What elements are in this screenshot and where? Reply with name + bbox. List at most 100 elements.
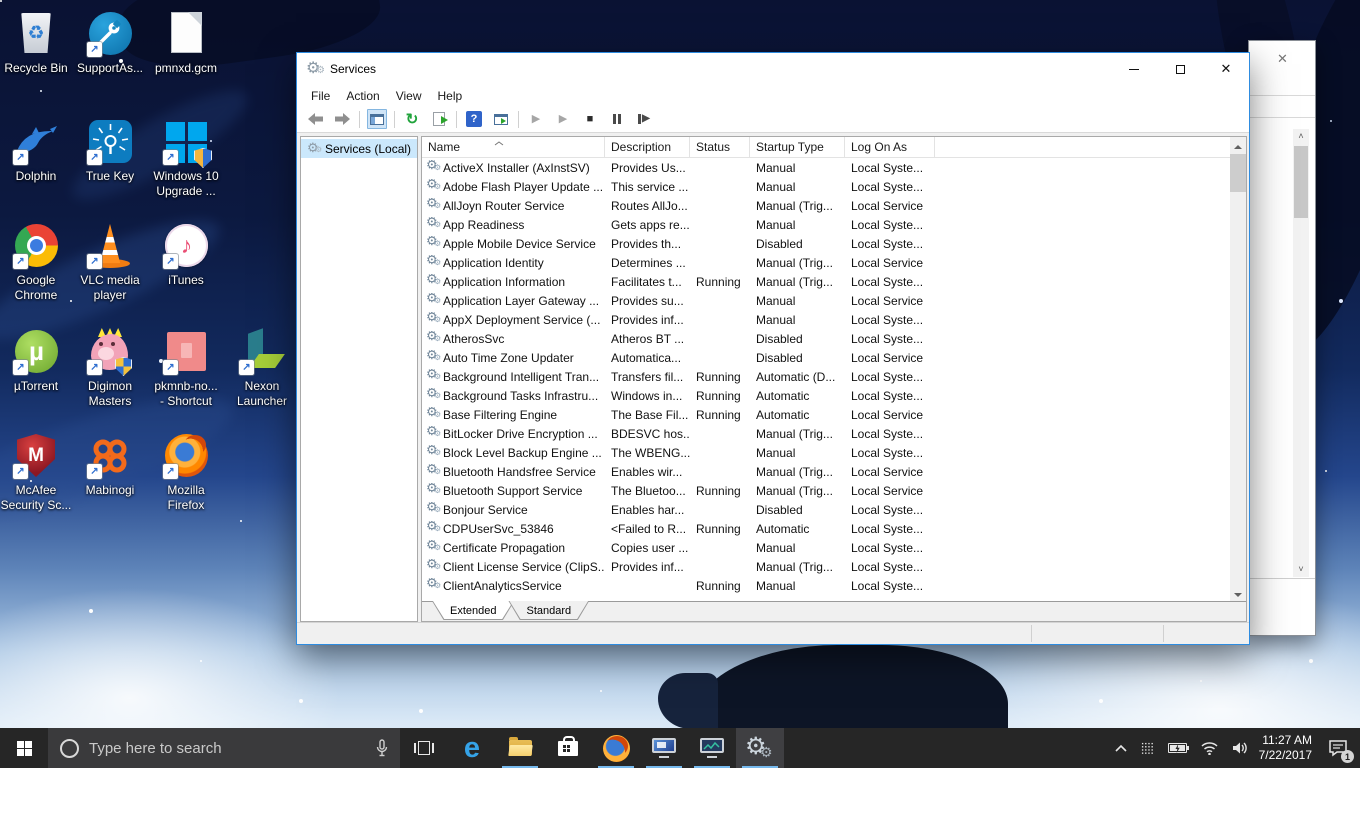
- taskbar-performance-monitor[interactable]: [688, 728, 736, 768]
- task-view-button[interactable]: [400, 728, 448, 768]
- shortcut-arrow-icon: ↗: [87, 42, 102, 57]
- desktop-icon-digimon[interactable]: ↗ Digimon Masters: [74, 328, 146, 409]
- show-console-tree-icon[interactable]: [367, 109, 387, 129]
- service-row[interactable]: ⚙⚙Bonjour Service Enables har... Disable…: [422, 500, 1229, 519]
- service-row[interactable]: ⚙⚙Auto Time Zone Updater Automatica... D…: [422, 348, 1229, 367]
- tab-extended[interactable]: Extended: [432, 601, 514, 620]
- menu-bar: File Action View Help: [297, 85, 1249, 106]
- service-row[interactable]: ⚙⚙Apple Mobile Device Service Provides t…: [422, 234, 1229, 253]
- taskbar-edge[interactable]: e: [448, 728, 496, 768]
- list-scrollbar[interactable]: [1230, 137, 1246, 601]
- taskbar-store[interactable]: [544, 728, 592, 768]
- desktop-icon-utorrent[interactable]: µ↗ µTorrent: [0, 328, 72, 394]
- search-box[interactable]: Type here to search: [48, 728, 400, 768]
- close-button[interactable]: ✕: [1203, 53, 1249, 85]
- maximize-button[interactable]: [1157, 53, 1203, 85]
- tray-tablet-icon[interactable]: [1134, 728, 1161, 768]
- service-row[interactable]: ⚙⚙Application Information Facilitates t.…: [422, 272, 1229, 291]
- menu-action[interactable]: Action: [338, 87, 387, 105]
- service-row[interactable]: ⚙⚙BitLocker Drive Encryption ... BDESVC …: [422, 424, 1229, 443]
- desktop-icon-supportassist[interactable]: ↗ SupportAs...: [74, 10, 146, 76]
- start-button[interactable]: [0, 728, 48, 768]
- pause-service-icon[interactable]: [607, 109, 627, 129]
- export-list-icon[interactable]: [429, 109, 449, 129]
- tab-standard[interactable]: Standard: [508, 601, 589, 620]
- start-service-icon[interactable]: ▶: [526, 109, 546, 129]
- desktop-icon-firefox[interactable]: ↗ Mozilla Firefox: [150, 432, 222, 513]
- stop-service-icon[interactable]: ■: [580, 109, 600, 129]
- back-icon[interactable]: [305, 109, 325, 129]
- taskbar-firefox[interactable]: [592, 728, 640, 768]
- column-header-description[interactable]: Description: [605, 137, 690, 157]
- resume-service-icon[interactable]: ▶: [553, 109, 573, 129]
- refresh-icon[interactable]: ↻: [402, 109, 422, 129]
- desktop-icon-itunes[interactable]: ♪↗ iTunes: [150, 222, 222, 288]
- service-row[interactable]: ⚙⚙Client License Service (ClipS... Provi…: [422, 557, 1229, 576]
- column-header-log-on-as[interactable]: Log On As: [845, 137, 935, 157]
- desktop-icon-nexon[interactable]: ↗ Nexon Launcher: [226, 328, 298, 409]
- scroll-down-icon[interactable]: [1230, 585, 1246, 601]
- scroll-up-icon[interactable]: ˄: [1293, 129, 1309, 144]
- tree-item-services-local[interactable]: ⚙⚙ Services (Local): [301, 139, 417, 158]
- column-header-status[interactable]: Status: [690, 137, 750, 157]
- service-row[interactable]: ⚙⚙Bluetooth Handsfree Service Enables wi…: [422, 462, 1229, 481]
- restart-service-icon[interactable]: ▶: [634, 109, 654, 129]
- service-gear-icon: ⚙⚙: [426, 502, 443, 517]
- menu-help[interactable]: Help: [430, 87, 471, 105]
- service-row[interactable]: ⚙⚙Background Tasks Infrastru... Windows …: [422, 386, 1229, 405]
- service-row[interactable]: ⚙⚙Block Level Backup Engine ... The WBEN…: [422, 443, 1229, 462]
- tray-battery-icon[interactable]: [1161, 728, 1194, 768]
- close-icon[interactable]: ✕: [1277, 51, 1288, 67]
- microphone-icon[interactable]: [376, 739, 388, 757]
- service-row[interactable]: ⚙⚙Base Filtering Engine The Base Fil... …: [422, 405, 1229, 424]
- menu-view[interactable]: View: [388, 87, 430, 105]
- service-row[interactable]: ⚙⚙AtherosSvc Atheros BT ... Disabled Loc…: [422, 329, 1229, 348]
- service-gear-icon: ⚙⚙: [426, 331, 443, 346]
- title-bar[interactable]: ⚙⚙ Services ✕: [297, 53, 1249, 85]
- desktop-icon-dolphin[interactable]: ↗ Dolphin: [0, 118, 72, 184]
- service-row[interactable]: ⚙⚙CDPUserSvc_53846 <Failed to R... Runni…: [422, 519, 1229, 538]
- desktop-icon-pmnxd[interactable]: pmnxd.gcm: [150, 10, 222, 76]
- service-row[interactable]: ⚙⚙ActiveX Installer (AxInstSV) Provides …: [422, 158, 1229, 177]
- show-action-pane-icon[interactable]: [491, 109, 511, 129]
- help-icon[interactable]: ?: [464, 109, 484, 129]
- background-window[interactable]: ✕ ˄ ˅: [1248, 40, 1316, 636]
- action-center-button[interactable]: 1: [1320, 728, 1360, 768]
- scrollbar-thumb[interactable]: [1230, 154, 1246, 192]
- service-row[interactable]: ⚙⚙AllJoyn Router Service Routes AllJo...…: [422, 196, 1229, 215]
- taskbar-clock[interactable]: 11:27 AM 7/22/2017: [1255, 733, 1320, 763]
- tray-wifi-icon[interactable]: [1194, 728, 1225, 768]
- desktop-icon-true-key[interactable]: ↗ True Key: [74, 118, 146, 184]
- desktop-icon-mabinogi[interactable]: ↗ Mabinogi: [74, 432, 146, 498]
- desktop-icon-recycle-bin[interactable]: ♻ Recycle Bin: [0, 10, 72, 76]
- forward-icon[interactable]: [332, 109, 352, 129]
- taskbar-file-explorer[interactable]: [496, 728, 544, 768]
- service-row[interactable]: ⚙⚙Application Layer Gateway ... Provides…: [422, 291, 1229, 310]
- desktop-icon-vlc[interactable]: ↗ VLC media player: [74, 222, 146, 303]
- desktop-icon-mcafee[interactable]: M↗ McAfee Security Sc...: [0, 432, 72, 513]
- scrollbar[interactable]: ˄ ˅: [1293, 129, 1309, 577]
- taskbar-console-window[interactable]: [640, 728, 688, 768]
- scroll-up-icon[interactable]: [1230, 137, 1246, 153]
- tray-volume-icon[interactable]: [1225, 728, 1255, 768]
- scrollbar-thumb[interactable]: [1294, 146, 1308, 218]
- minimize-button[interactable]: [1111, 53, 1157, 85]
- scroll-down-icon[interactable]: ˅: [1293, 562, 1309, 577]
- desktop-icon-pkmnb[interactable]: ↗ pkmnb-no... - Shortcut: [150, 328, 222, 409]
- taskbar-services[interactable]: ⚙⚙: [736, 728, 784, 768]
- service-row[interactable]: ⚙⚙AppX Deployment Service (... Provides …: [422, 310, 1229, 329]
- column-header-name[interactable]: Name: [422, 137, 605, 157]
- tray-chevron-icon[interactable]: [1108, 728, 1134, 768]
- service-row[interactable]: ⚙⚙Adobe Flash Player Update ... This ser…: [422, 177, 1229, 196]
- desktop-icon-windows10-upgrade[interactable]: ↗ Windows 10 Upgrade ...: [150, 118, 222, 199]
- service-row[interactable]: ⚙⚙Application Identity Determines ... Ma…: [422, 253, 1229, 272]
- column-header-startup-type[interactable]: Startup Type: [750, 137, 845, 157]
- service-row[interactable]: ⚙⚙ClientAnalyticsService Running Manual …: [422, 576, 1229, 595]
- desktop-icon-chrome[interactable]: ↗ Google Chrome: [0, 222, 72, 303]
- service-row[interactable]: ⚙⚙Background Intelligent Tran... Transfe…: [422, 367, 1229, 386]
- service-row[interactable]: ⚙⚙Bluetooth Support Service The Bluetoo.…: [422, 481, 1229, 500]
- shortcut-arrow-icon: ↗: [239, 360, 254, 375]
- service-row[interactable]: ⚙⚙App Readiness Gets apps re... Manual L…: [422, 215, 1229, 234]
- menu-file[interactable]: File: [303, 87, 338, 105]
- service-row[interactable]: ⚙⚙Certificate Propagation Copies user ..…: [422, 538, 1229, 557]
